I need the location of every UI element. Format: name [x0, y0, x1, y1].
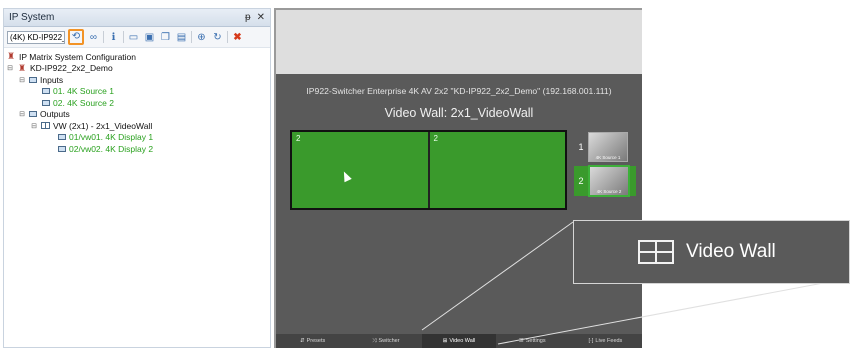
callout-lines [421, 221, 850, 345]
callout-label: Video Wall [686, 241, 776, 262]
video-wall-callout: Video Wall [573, 220, 850, 284]
video-wall-icon [638, 240, 674, 264]
